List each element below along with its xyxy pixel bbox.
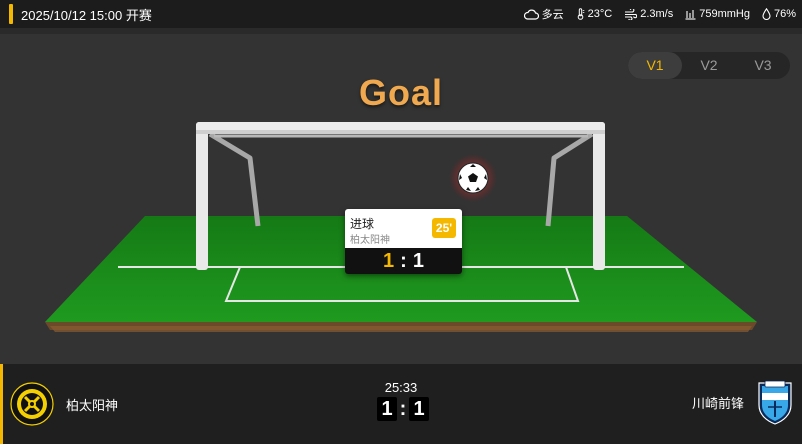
away-team-logo <box>758 380 792 425</box>
version-switcher: V1 V2 V3 <box>628 52 790 79</box>
humidity-icon <box>762 8 771 20</box>
match-clock: 25:33 <box>384 380 418 395</box>
thermometer-icon <box>577 8 584 20</box>
version-tab-v1[interactable]: V1 <box>628 52 682 79</box>
goal-event-popup: 进球 柏太阳神 25' 1:1 <box>345 209 462 274</box>
soccer-ball-icon <box>449 154 497 202</box>
scoreboard: 柏太阳神 25:33 1 : 1 川崎前锋 <box>0 364 802 444</box>
event-minute-badge: 25' <box>432 218 456 238</box>
version-tab-v3[interactable]: V3 <box>736 52 790 79</box>
version-tab-v2[interactable]: V2 <box>682 52 736 79</box>
cloudy-icon <box>523 9 539 20</box>
score-separator: : <box>399 397 407 420</box>
event-score-separator: : <box>400 250 407 272</box>
match-animation-stage: Goal V1 V2 V3 进球 柏太阳神 25' 1:1 <box>0 34 802 364</box>
accent-marker <box>9 4 13 24</box>
home-score: 1 <box>377 397 397 421</box>
weather-condition: 多云 <box>523 6 564 22</box>
air-pressure: 759mmHg <box>685 8 750 20</box>
match-start-time: 2025/10/12 15:00 开赛 <box>21 7 152 23</box>
away-team-name: 川崎前锋 <box>691 395 744 411</box>
match-score: 1 : 1 <box>377 397 429 421</box>
wind-speed: 2.3m/s <box>624 8 673 20</box>
event-info: 进球 柏太阳神 25' <box>345 209 462 248</box>
weather-info: 多云 23°C 2.3m/s 759mmHg 76% <box>523 0 796 28</box>
away-score: 1 <box>409 397 429 421</box>
accent-marker <box>0 364 3 444</box>
event-type: 进球 <box>350 217 375 231</box>
top-bar: 2025/10/12 15:00 开赛 多云 23°C 2.3m/s 759mm… <box>0 0 802 28</box>
temperature: 23°C <box>576 8 612 20</box>
away-team: 川崎前锋 <box>692 378 794 426</box>
event-score: 1:1 <box>345 248 462 274</box>
pressure-icon <box>685 9 696 20</box>
home-team-name: 柏太阳神 <box>66 397 119 413</box>
event-team: 柏太阳神 <box>350 235 390 246</box>
event-home-score: 1 <box>383 250 395 272</box>
event-away-score: 1 <box>412 250 424 272</box>
humidity: 76% <box>762 8 796 20</box>
wind-icon <box>625 8 638 20</box>
